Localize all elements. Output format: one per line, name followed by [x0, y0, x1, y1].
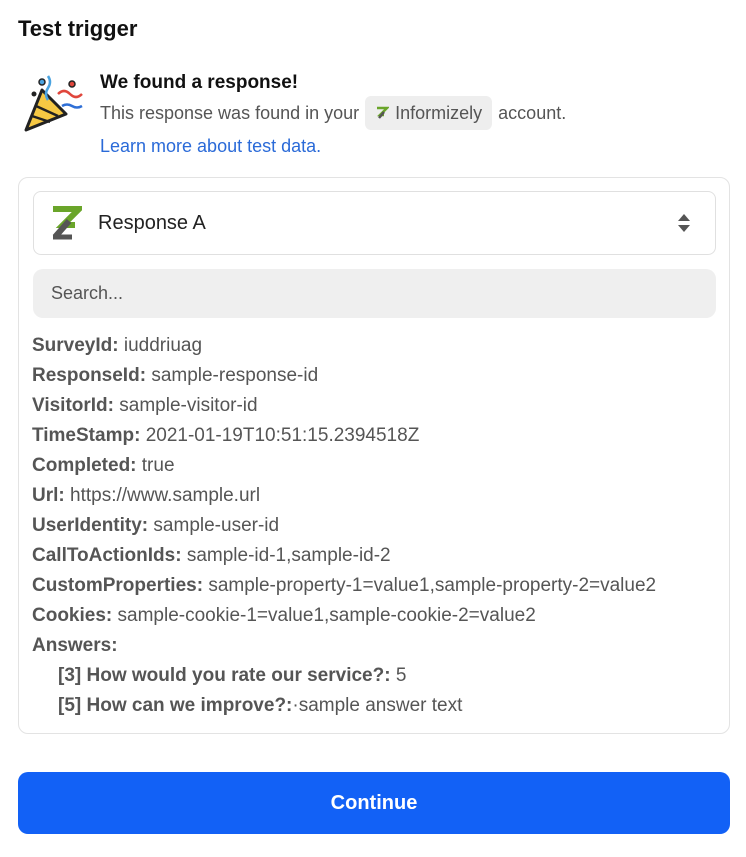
field-row: Cookies: sample-cookie-1=value1,sample-c… — [32, 601, 656, 631]
field-value: sample-cookie-1=value1,sample-cookie-2=v… — [117, 605, 536, 626]
response-selector-label: Response A — [98, 211, 206, 234]
response-found-banner: We found a response! This response was f… — [22, 70, 722, 160]
field-key: CallToActionIds: — [32, 545, 182, 566]
sort-arrows-icon — [678, 214, 690, 232]
field-key: Completed: — [32, 455, 137, 476]
field-value: 2021-01-19T10:51:15.2394518Z — [145, 425, 420, 446]
answer-row: [5] How can we improve?:·sample answer t… — [32, 691, 656, 721]
answer-row: [3] How would you rate our service?: 5 — [32, 661, 656, 691]
field-key: SurveyId: — [32, 335, 119, 356]
field-value: iuddriuag — [123, 335, 203, 356]
field-row: Url: https://www.sample.url — [32, 481, 656, 511]
field-row: Completed: true — [32, 451, 656, 481]
continue-button[interactable]: Continue — [18, 772, 730, 834]
party-popper-icon — [24, 75, 83, 132]
field-key: VisitorId: — [32, 395, 114, 416]
field-row: ResponseId: sample-response-id — [32, 361, 656, 391]
found-subtext: This response was found in your Informiz… — [100, 96, 566, 130]
field-list: SurveyId: iuddriuag ResponseId: sample-r… — [32, 331, 656, 721]
account-name: Informizely — [395, 103, 483, 123]
field-row: VisitorId: sample-visitor-id — [32, 391, 656, 421]
field-key: UserIdentity: — [32, 515, 149, 536]
field-key: TimeStamp: — [32, 425, 141, 446]
field-value: sample-response-id — [151, 365, 319, 386]
field-row: CallToActionIds: sample-id-1,sample-id-2 — [32, 541, 656, 571]
field-row: Answers: — [32, 631, 656, 661]
response-selector[interactable]: Response A — [33, 191, 716, 255]
answer-value: ·sample answer text — [292, 695, 463, 716]
field-key: Cookies: — [32, 605, 113, 626]
account-chip: Informizely — [365, 96, 493, 130]
field-key: Url: — [32, 485, 65, 506]
found-subtext-before: This response was found in your — [100, 103, 360, 123]
informizely-logo-icon — [377, 106, 390, 119]
field-value: sample-id-1,sample-id-2 — [186, 545, 391, 566]
answer-value: 5 — [395, 665, 407, 686]
field-value: sample-property-1=value1,sample-property… — [208, 575, 657, 596]
field-value: true — [141, 455, 175, 476]
answer-question: [3] How would you rate our service?: — [58, 665, 391, 686]
search-input[interactable] — [33, 269, 716, 318]
found-subtext-after: account. — [498, 103, 567, 123]
field-value: sample-visitor-id — [119, 395, 258, 416]
field-row: UserIdentity: sample-user-id — [32, 511, 656, 541]
field-key: ResponseId: — [32, 365, 147, 386]
field-row: SurveyId: iuddriuag — [32, 331, 656, 361]
field-key: Answers: — [32, 635, 118, 656]
page-title: Test trigger — [18, 16, 138, 41]
field-value: https://www.sample.url — [70, 485, 261, 506]
field-row: CustomProperties: sample-property-1=valu… — [32, 571, 656, 601]
field-value: sample-user-id — [153, 515, 280, 536]
response-card: Response A SurveyId: iuddriuag ResponseI… — [18, 177, 730, 734]
answer-question: [5] How can we improve?: — [58, 695, 293, 716]
informizely-logo-icon — [52, 206, 82, 240]
field-row: TimeStamp: 2021-01-19T10:51:15.2394518Z — [32, 421, 656, 451]
learn-more-link[interactable]: Learn more about test data. — [100, 132, 321, 160]
found-heading: We found a response! — [100, 72, 299, 93]
field-key: CustomProperties: — [32, 575, 204, 596]
